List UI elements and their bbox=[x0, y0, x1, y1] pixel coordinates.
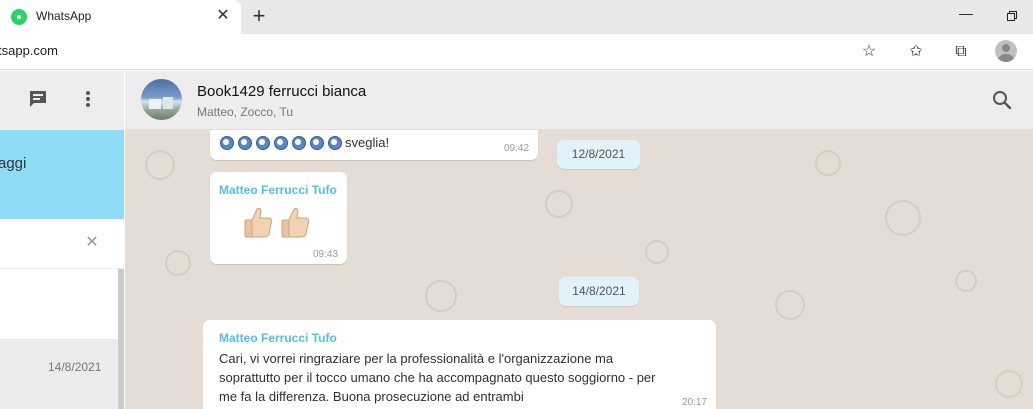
message-text-body: sveglia! bbox=[345, 135, 390, 150]
alarm-clock-icon bbox=[237, 134, 253, 150]
date-separator: 14/8/2021 bbox=[559, 277, 639, 306]
collections-icon[interactable]: ⧉ bbox=[950, 41, 972, 63]
message-sender: Matteo Ferrucci Tufo bbox=[219, 183, 337, 197]
list-item-selected[interactable]: 14/8/2021 bbox=[0, 339, 118, 409]
alarm-clock-icon bbox=[327, 134, 343, 150]
message-time: 09:43 bbox=[313, 249, 339, 260]
browser-tab-bar: WhatsApp ✕ + — bbox=[0, 0, 1033, 34]
message-line: Cari, vi vorrei ringraziare per la profe… bbox=[219, 351, 614, 366]
tab-title: WhatsApp bbox=[36, 9, 92, 23]
message-bubble[interactable]: Matteo Ferrucci Tufo 09:43 bbox=[210, 172, 347, 264]
new-tab-button[interactable]: + bbox=[248, 3, 270, 29]
address-bar[interactable]: tsapp.com ☆ ✩ ⧉ bbox=[0, 34, 1033, 70]
search-clear-button[interactable]: ✕ bbox=[82, 233, 102, 253]
browser-tab-whatsapp[interactable]: WhatsApp ✕ bbox=[0, 0, 241, 34]
scrollbar[interactable] bbox=[118, 269, 124, 409]
message-bubble[interactable]: sveglia! 09:42 bbox=[210, 130, 538, 160]
doodle-bg bbox=[995, 370, 1023, 398]
chat-title: Book1429 ferrucci bianca bbox=[197, 83, 367, 100]
alarm-clock-icon bbox=[309, 134, 325, 150]
doodle-bg bbox=[145, 150, 175, 180]
alarm-clock-icon bbox=[291, 134, 307, 150]
message-sender: Matteo Ferrucci Tufo bbox=[219, 331, 337, 345]
alarm-clock-icon bbox=[273, 134, 289, 150]
message-line: soprattutto per il tocco umano che ha ac… bbox=[219, 370, 656, 385]
thumbs-up-icon bbox=[244, 207, 273, 238]
message-bubble[interactable]: Matteo Ferrucci Tufo Cari, vi vorrei rin… bbox=[203, 320, 716, 409]
alarm-clock-icon bbox=[219, 134, 235, 150]
restore-button[interactable] bbox=[1001, 6, 1021, 26]
chat-messages-area[interactable]: sveglia! 09:42 12/8/2021 Matteo Ferrucci… bbox=[125, 130, 1033, 409]
doodle-bg bbox=[425, 280, 457, 312]
alarm-clock-icon bbox=[255, 134, 271, 150]
sidebar-header bbox=[0, 71, 124, 130]
notification-banner[interactable]: aggi bbox=[0, 130, 124, 219]
notification-text: aggi bbox=[0, 155, 27, 172]
avatar[interactable] bbox=[141, 79, 182, 120]
menu-dots-icon[interactable] bbox=[77, 89, 99, 111]
chat-header[interactable]: Book1429 ferrucci bianca Matteo, Zocco, … bbox=[125, 71, 1033, 130]
doodle-bg bbox=[165, 250, 191, 276]
doodle-bg bbox=[545, 190, 573, 218]
message-text: sveglia! bbox=[219, 133, 389, 152]
message-line: me fa la differenza. Buona prosecuzione … bbox=[219, 389, 524, 404]
doodle-bg bbox=[955, 270, 977, 292]
chat-date: 14/8/2021 bbox=[48, 360, 102, 374]
profile-icon[interactable] bbox=[995, 40, 1017, 62]
chat-members: Matteo, Zocco, Tu bbox=[197, 105, 294, 119]
new-chat-icon[interactable] bbox=[27, 89, 49, 111]
thumbs-up-icon bbox=[281, 207, 310, 238]
favorites-icon[interactable]: ✩ bbox=[905, 41, 927, 63]
minimize-button[interactable]: — bbox=[956, 5, 976, 27]
doodle-bg bbox=[885, 200, 921, 236]
message-text: Cari, vi vorrei ringraziare per la profe… bbox=[219, 349, 709, 406]
doodle-bg bbox=[645, 240, 669, 264]
search-input[interactable]: ✕ bbox=[0, 219, 124, 269]
doodle-bg bbox=[815, 150, 841, 176]
url-text[interactable]: tsapp.com bbox=[0, 43, 58, 58]
chat-list-pane: aggi ✕ 14/8/2021 bbox=[0, 71, 124, 409]
list-item[interactable] bbox=[0, 269, 118, 339]
favorite-add-icon[interactable]: ☆ bbox=[858, 41, 880, 63]
doodle-bg bbox=[775, 290, 805, 320]
search-icon[interactable] bbox=[991, 89, 1013, 111]
message-time: 20:17 bbox=[682, 397, 708, 408]
message-time: 09:42 bbox=[504, 143, 530, 154]
date-separator: 12/8/2021 bbox=[557, 140, 640, 169]
tab-close-button[interactable]: ✕ bbox=[214, 7, 232, 25]
whatsapp-icon bbox=[11, 9, 27, 25]
